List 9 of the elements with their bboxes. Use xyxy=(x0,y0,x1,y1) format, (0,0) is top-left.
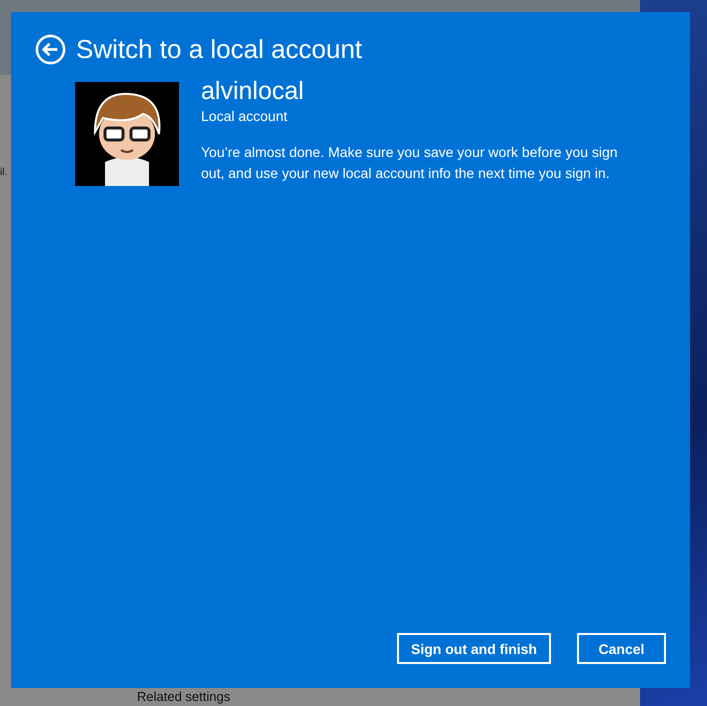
truncated-text: il. xyxy=(0,167,8,179)
sign-out-button[interactable]: Sign out and finish xyxy=(397,633,551,664)
dialog-title: Switch to a local account xyxy=(76,34,362,65)
back-icon[interactable] xyxy=(35,34,66,65)
account-name: alvinlocal xyxy=(201,78,304,104)
section-heading: Related settings xyxy=(137,689,230,704)
instruction-text: You’re almost done. Make sure you save your work before you sign out, and use your new local account info the next time you sign in. xyxy=(201,143,619,183)
account-type: Local account xyxy=(201,108,288,124)
cancel-button[interactable]: Cancel xyxy=(577,633,666,664)
